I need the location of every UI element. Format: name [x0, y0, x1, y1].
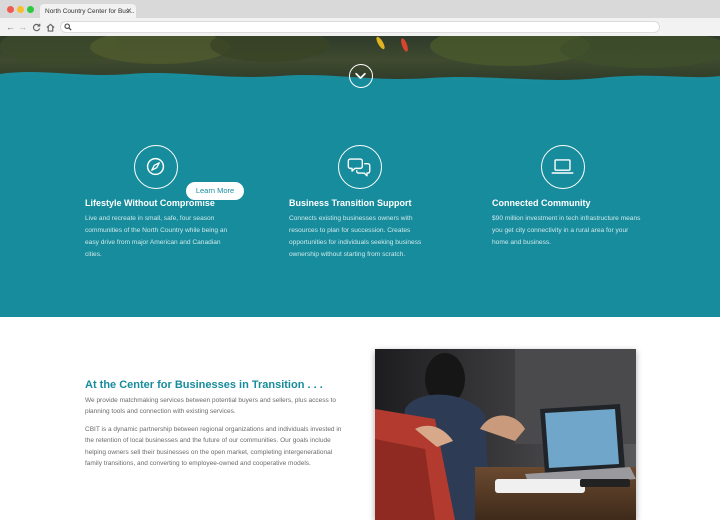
feature-title: Business Transition Support — [289, 198, 412, 208]
about-paragraph: CBIT is a dynamic partnership between re… — [85, 426, 342, 468]
browser-chrome: North Country Center for Bus... ✕ ← → — [0, 0, 720, 36]
tab-title: North Country Center for Bus... — [45, 8, 135, 15]
minimize-window-button[interactable] — [17, 6, 24, 13]
feature-title: Connected Community — [492, 198, 591, 208]
kayak-image — [374, 36, 387, 51]
feature-text: Connects existing businesses owners with… — [289, 215, 422, 258]
feature-connected-community: Connected Community $90 million investme… — [492, 145, 642, 249]
tab-close-icon[interactable]: ✕ — [126, 4, 132, 19]
kayak-image — [399, 37, 410, 53]
forward-arrow-icon[interactable]: → — [18, 21, 27, 33]
browser-tab[interactable]: North Country Center for Bus... ✕ — [40, 4, 136, 19]
feature-business-transition: Business Transition Support Connects exi… — [289, 145, 439, 261]
scroll-down-button[interactable] — [349, 64, 373, 88]
learn-more-button[interactable]: Learn More — [185, 181, 245, 201]
nav-bar: ← → — [0, 18, 720, 36]
meeting-photo — [375, 349, 636, 520]
compass-icon — [134, 145, 178, 189]
chevron-down-icon — [355, 72, 366, 79]
feature-lifestyle: Lifestyle Without Compromise Live and re… — [85, 145, 235, 261]
about-heading: At the Center for Businesses in Transiti… — [85, 379, 323, 391]
address-bar[interactable] — [60, 21, 660, 33]
about-paragraph: We provide matchmaking services between … — [85, 397, 336, 416]
reload-icon[interactable] — [32, 21, 41, 35]
search-icon — [64, 21, 72, 33]
back-arrow-icon[interactable]: ← — [6, 21, 15, 33]
feature-text: $90 million investment in tech infrastru… — [492, 215, 641, 246]
maximize-window-button[interactable] — [27, 6, 34, 13]
home-icon[interactable] — [46, 21, 55, 35]
chat-bubbles-icon — [338, 145, 382, 189]
laptop-icon — [541, 145, 585, 189]
tab-bar: North Country Center for Bus... ✕ — [0, 0, 720, 19]
feature-text: Live and recreate in small, safe, four s… — [85, 215, 228, 258]
close-window-button[interactable] — [7, 6, 14, 13]
